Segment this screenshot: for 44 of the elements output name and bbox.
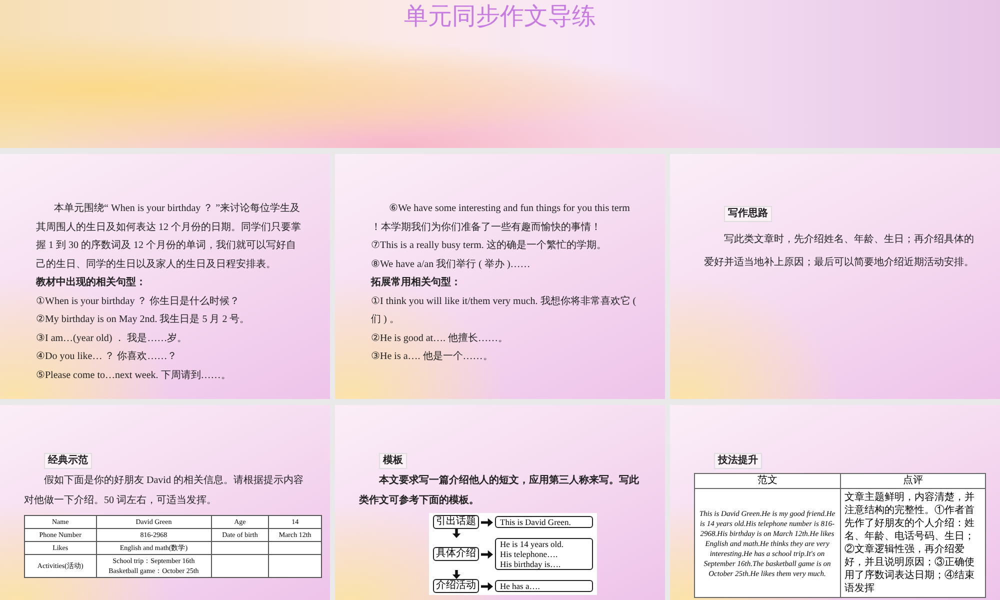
- slide-paragraph: ⑧We have a/an 我们举行 ( 举办 )……: [371, 258, 532, 272]
- slide-paragraph: 教材中出现的相关句型：: [36, 276, 147, 290]
- section-tag: 经典示范: [44, 453, 92, 469]
- slide-paragraph: 写此类文章时，先介绍姓名、年龄、生日；再介绍具体的爱好并适当地补上原因；最后可以简要地介绍近期活动安排。: [704, 232, 974, 270]
- section-tag: 写作思路: [724, 206, 772, 222]
- down-arrow-icon: [452, 529, 460, 538]
- step-text: He has a….: [500, 581, 541, 591]
- step-text: His birthday is….: [500, 559, 562, 569]
- step-label: 引出话题: [433, 515, 479, 529]
- step-text: This is David Green.: [500, 517, 572, 527]
- right-arrow-icon: [481, 550, 493, 558]
- slide-paragraph: ②He is good at…. 他擅长……。: [371, 332, 510, 346]
- right-arrow-icon: [481, 582, 493, 590]
- slide-paragraph: 假如下面是你的好朋友 David 的相关信息。请根据提示内容对他做一下介绍。50 词左右，可适当发挥。: [24, 474, 304, 508]
- slide-paragraph: ⑥We have some interesting and fun things for you this term ！本学期我们为你们准备了一些有趣而愉快的事情！: [371, 202, 631, 234]
- step-label: 具体介绍: [433, 547, 479, 561]
- slide-paragraph: ①When is your birthday ？ 你生日是什么时候？: [36, 294, 241, 308]
- slide-paragraph: ⑦This is a really busy term. 这的确是一个繁忙的学期。: [371, 238, 608, 253]
- slide-paragraph: ①I think you will like it/them very much. 我想你将非常喜欢它 ( 们 ) 。: [371, 294, 637, 327]
- slide-thumbnail[interactable]: [670, 405, 1000, 600]
- column-header: 点评: [902, 475, 923, 486]
- slide-thumbnail[interactable]: [0, 405, 330, 600]
- presentation-title: 单元同步作文导练: [404, 1, 596, 32]
- section-tag: 技法提升: [714, 453, 762, 469]
- slide-paragraph: ③He is a…. 他是一个……。: [371, 350, 494, 364]
- step-text: He is 14 years old.: [500, 539, 565, 549]
- slide-paragraph: ③I am…(year old) ． 我是……岁。: [36, 332, 188, 346]
- slide-thumbnail[interactable]: 写作思路 写此类文章时，先介绍姓名、年龄、生日；再介绍具体的爱好并适当地补上原因；最后可以简要地介绍近期活动安排。: [670, 154, 1000, 399]
- step-label: 介绍活动: [433, 579, 479, 593]
- slide-paragraph: ②My birthday is on May 2nd. 我生日是 5 月 2 号。: [36, 312, 251, 327]
- slide-thumbnail[interactable]: [0, 154, 330, 399]
- slide-paragraph: 本文要求写一篇介绍他人的短文，应用第三人称来写。写此类作文可参考下面的模板。: [359, 473, 640, 508]
- slide-paragraph: 拓展常用相关句型：: [371, 276, 462, 290]
- review-text: 文章主题鲜明，内容清楚，并注意结构的完整性。①作者首先作了好朋友的个人介绍：姓名、年龄、电话号码、生日；②文章逻辑性强，再介绍爱好，并且说明原因；③正确使用了序数词表达日期；④结束语发挥: [844, 492, 974, 594]
- slide-thumbnail[interactable]: [335, 154, 665, 399]
- right-arrow-icon: [481, 518, 493, 526]
- slide-thumbnail[interactable]: 模板 本文要求写一篇介绍他人的短文，应用第三人称来写。写此类作文可参考下面的模板。 引出话题 This is David Green. 具体介绍 He is 14 years old. His telephone…. His birthday is…. 介绍活动 He has a….: [335, 405, 665, 600]
- slide-paragraph: ⑤Please come to…next week. 下周请到……。: [36, 368, 232, 382]
- slide-paragraph: ④Do you like… ？ 你喜欢……？: [36, 350, 178, 364]
- slide-paragraph: 本单元围绕“ When is your birthday ？ ”来讨论每位学生及其周围人的生日及如何表达 12 个月份的日期。同学们只要掌握 1 到 30 的序数词及 12 个月份的单词，我们就可以写好自己的生日、同学的生日以及家人的生日及日程安排表。: [36, 202, 302, 272]
- down-arrow-icon: [452, 570, 460, 579]
- step-text: His telephone….: [500, 549, 559, 559]
- column-header: 范文: [757, 475, 778, 486]
- section-tag: 模板: [379, 453, 407, 469]
